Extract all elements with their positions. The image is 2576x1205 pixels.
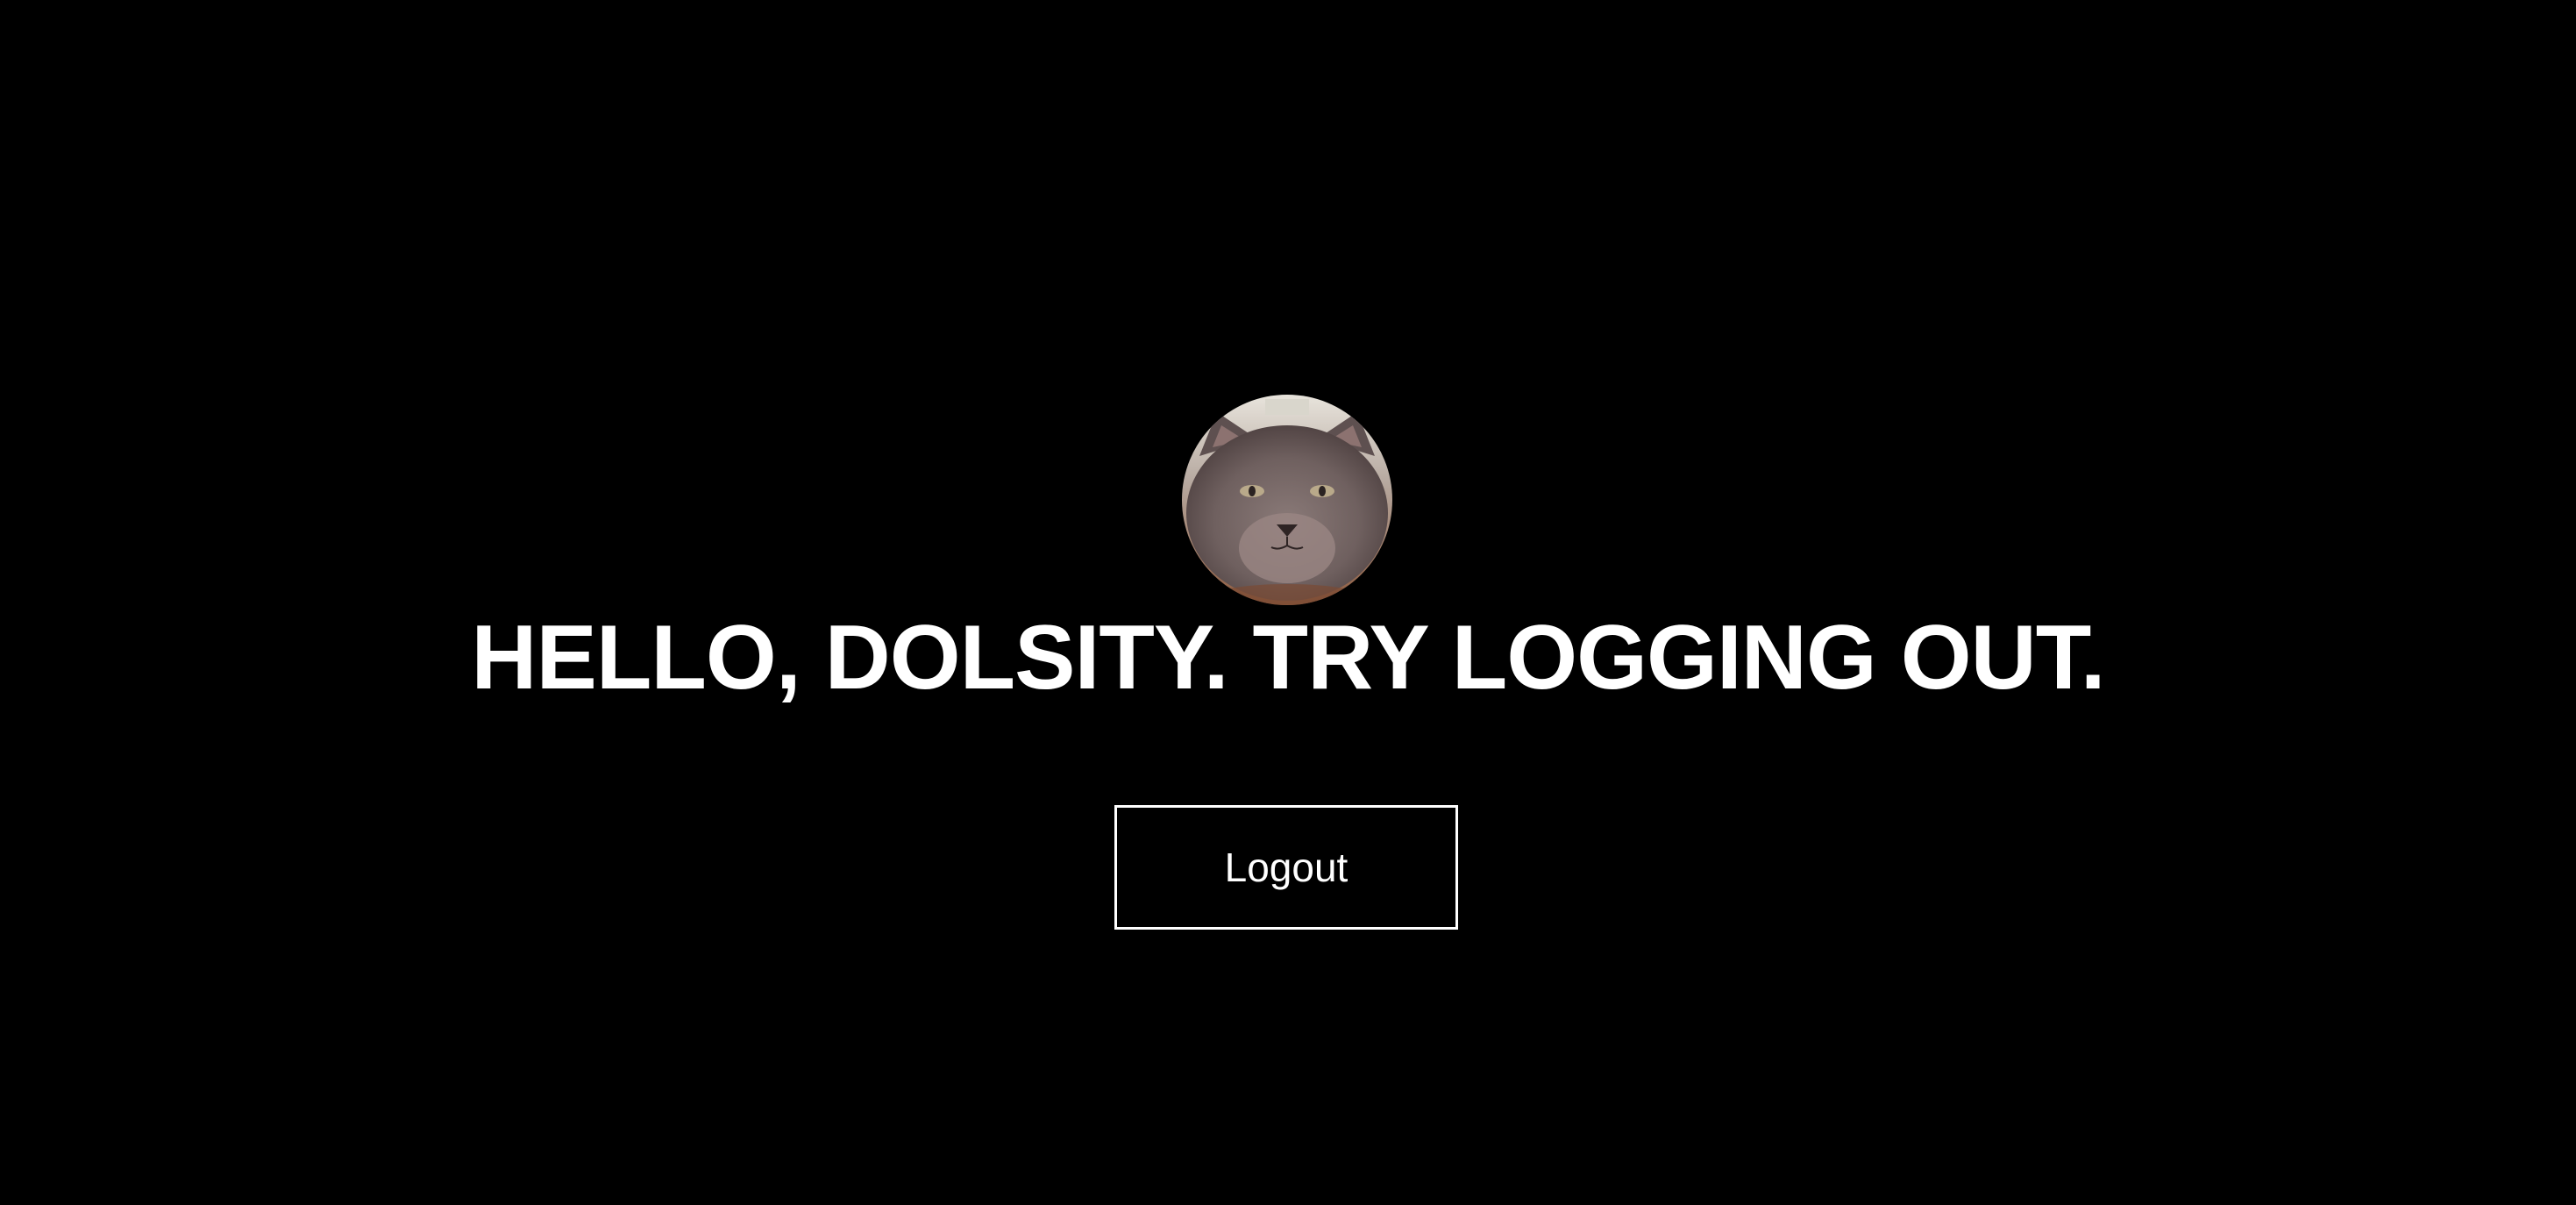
cat-avatar-icon: [1182, 395, 1392, 605]
greeting-heading: HELLO, DOLSITY. TRY LOGGING OUT.: [471, 607, 2105, 709]
profile-page: HELLO, DOLSITY. TRY LOGGING OUT. Logout: [0, 0, 2576, 1205]
avatar: [1182, 395, 1392, 605]
logout-button[interactable]: Logout: [1114, 805, 1458, 930]
logout-button-label: Logout: [1224, 845, 1348, 890]
